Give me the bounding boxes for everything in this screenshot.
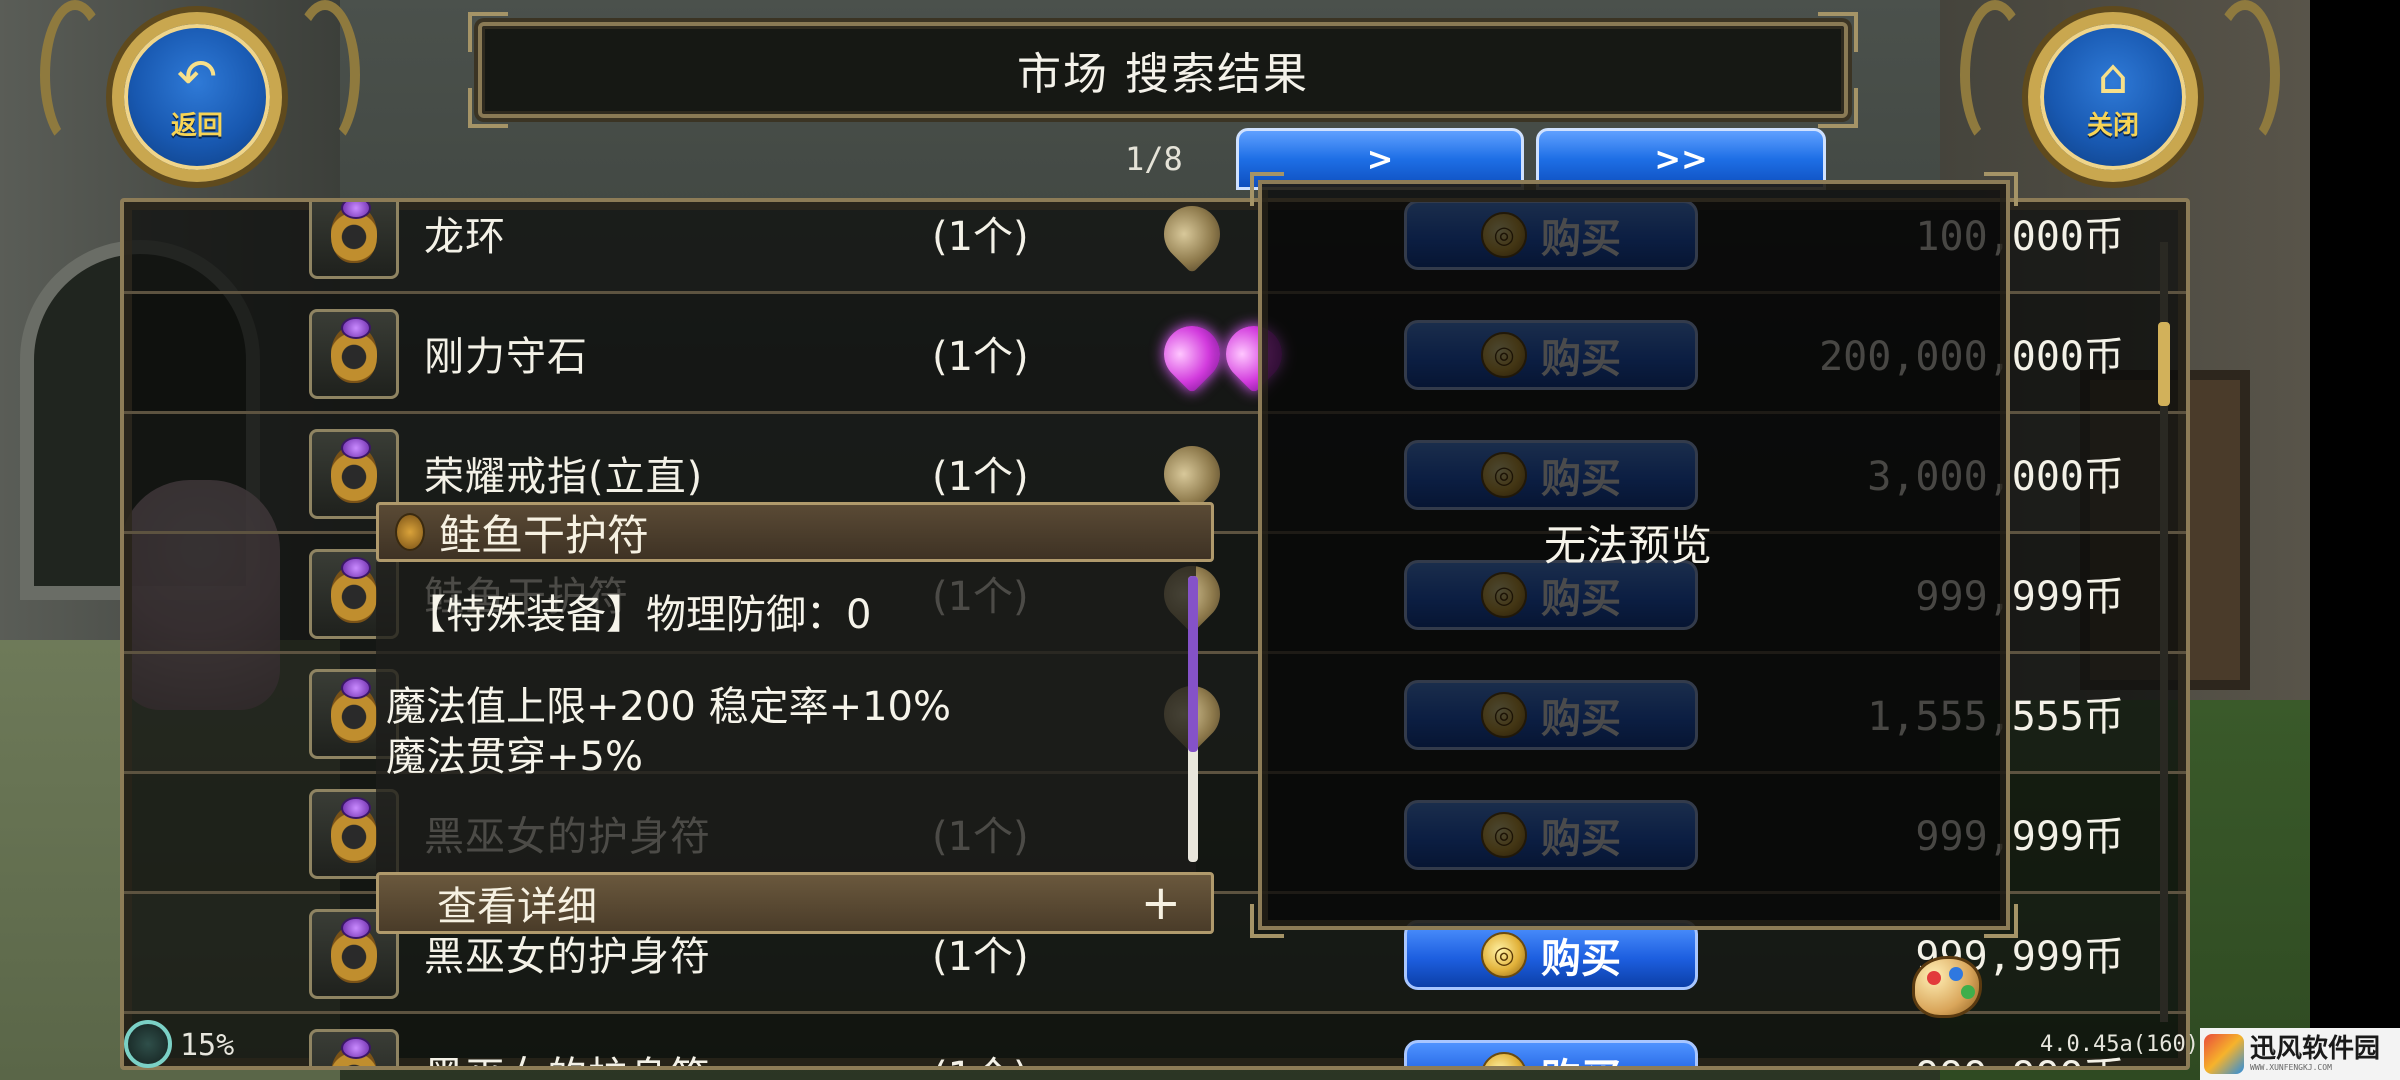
item-name: 龙环 bbox=[424, 213, 506, 260]
frame-corner bbox=[1984, 904, 2018, 938]
version-label: 4.0.45a(160) bbox=[2040, 1032, 2199, 1057]
ornament-horn bbox=[290, 0, 360, 150]
page-indicator: 1/8 bbox=[1125, 140, 1183, 178]
leaf-gem-icon bbox=[1152, 202, 1232, 274]
frame-corner bbox=[468, 12, 508, 52]
ring-graphic bbox=[331, 202, 377, 263]
ring-graphic bbox=[331, 1037, 377, 1066]
ring-graphic bbox=[331, 557, 377, 623]
return-arrow-icon: ↶ bbox=[176, 48, 218, 105]
buy-label: 购买 bbox=[1541, 1046, 1621, 1066]
frame-corner bbox=[1250, 904, 1284, 938]
home-icon: ⌂ bbox=[2097, 48, 2129, 105]
watermark-logo-icon bbox=[2204, 1034, 2244, 1074]
item-name: 荣耀戒指(立直) bbox=[424, 453, 704, 500]
tooltip-stat-line: 魔法贯穿+5% bbox=[386, 734, 643, 780]
coin-icon: ◎ bbox=[1481, 932, 1527, 978]
close-label: 关闭 bbox=[2086, 110, 2139, 141]
frame-corner bbox=[1250, 172, 1284, 206]
screen-edge bbox=[2310, 0, 2400, 1080]
item-preview-panel: 无法预览 bbox=[1250, 172, 2018, 938]
signal-percent: 15% bbox=[180, 1028, 235, 1063]
watermark: 迅风软件园 WWW.XUNFENGKJ.COM bbox=[2200, 1028, 2400, 1080]
watermark-url: WWW.XUNFENGKJ.COM bbox=[2250, 1063, 2332, 1072]
table-row[interactable]: 黑巫女的护身符(1个)◎购买999,999币 bbox=[124, 1014, 2186, 1067]
item-count: (1个) bbox=[932, 213, 1029, 260]
ornament-horn bbox=[1960, 0, 2030, 150]
signal-icon bbox=[124, 1020, 172, 1068]
watermark-name: 迅风软件园 bbox=[2250, 1034, 2381, 1064]
ring-graphic bbox=[331, 797, 377, 863]
ring-graphic bbox=[331, 917, 377, 983]
tooltip-stat-line: 【特殊装备】物理防御：0 bbox=[406, 592, 872, 638]
tooltip-header: 鲑鱼干护符 bbox=[376, 502, 1214, 562]
ring-icon bbox=[309, 202, 399, 279]
item-count: (1个) bbox=[932, 1044, 1029, 1067]
ring-icon bbox=[309, 309, 399, 399]
back-label: 返回 bbox=[170, 110, 223, 141]
ring-icon bbox=[309, 1029, 399, 1066]
purple-gem-icon bbox=[1152, 314, 1232, 394]
preview-unavailable-text: 无法预览 bbox=[1544, 521, 1713, 570]
ring-graphic bbox=[331, 317, 377, 383]
ornament-horn bbox=[2210, 0, 2280, 150]
frame-corner bbox=[1818, 12, 1858, 52]
close-button[interactable]: ⌂ 关闭 bbox=[2028, 12, 2198, 182]
item-count: (1个) bbox=[932, 453, 1029, 500]
frame-corner bbox=[1818, 88, 1858, 128]
tooltip-title: 鲑鱼干护符 bbox=[439, 510, 650, 560]
title-bar: 市场 搜索结果 bbox=[468, 12, 1858, 128]
frame-corner bbox=[1984, 172, 2018, 206]
ring-graphic bbox=[331, 437, 377, 503]
item-name: 刚力守石 bbox=[424, 333, 588, 380]
list-scroll-thumb[interactable] bbox=[2158, 322, 2170, 406]
frame-corner bbox=[468, 88, 508, 128]
view-details-label: 查看详细 bbox=[437, 884, 597, 930]
palette-icon[interactable] bbox=[1912, 956, 1982, 1018]
item-name: 黑巫女的护身符 bbox=[424, 1044, 711, 1067]
tooltip-scroll-thumb[interactable] bbox=[1188, 576, 1198, 752]
back-button[interactable]: ↶ 返回 bbox=[112, 12, 282, 182]
buy-button[interactable]: ◎ 购买 bbox=[1404, 920, 1698, 990]
coin-icon: ◎ bbox=[1481, 1052, 1527, 1066]
ornament-horn bbox=[40, 0, 110, 150]
buy-button[interactable]: ◎ 购买 bbox=[1404, 1040, 1698, 1066]
view-details-button[interactable]: 查看详细 + bbox=[376, 872, 1214, 934]
item-count: (1个) bbox=[932, 333, 1029, 380]
amulet-icon bbox=[395, 513, 425, 551]
watermark-text: 迅风软件园 WWW.XUNFENGKJ.COM bbox=[2250, 1035, 2380, 1073]
buy-label: 购买 bbox=[1541, 936, 1621, 982]
page-title: 市场 搜索结果 bbox=[1017, 49, 1309, 100]
plus-icon: + bbox=[1140, 875, 1181, 931]
ring-graphic bbox=[331, 677, 377, 743]
tooltip-body: 【特殊装备】物理防御：0 魔法值上限+200 稳定率+10% 魔法贯穿+5% bbox=[376, 562, 1196, 872]
item-tooltip: 鲑鱼干护符 【特殊装备】物理防御：0 魔法值上限+200 稳定率+10% 魔法贯… bbox=[376, 502, 1216, 934]
